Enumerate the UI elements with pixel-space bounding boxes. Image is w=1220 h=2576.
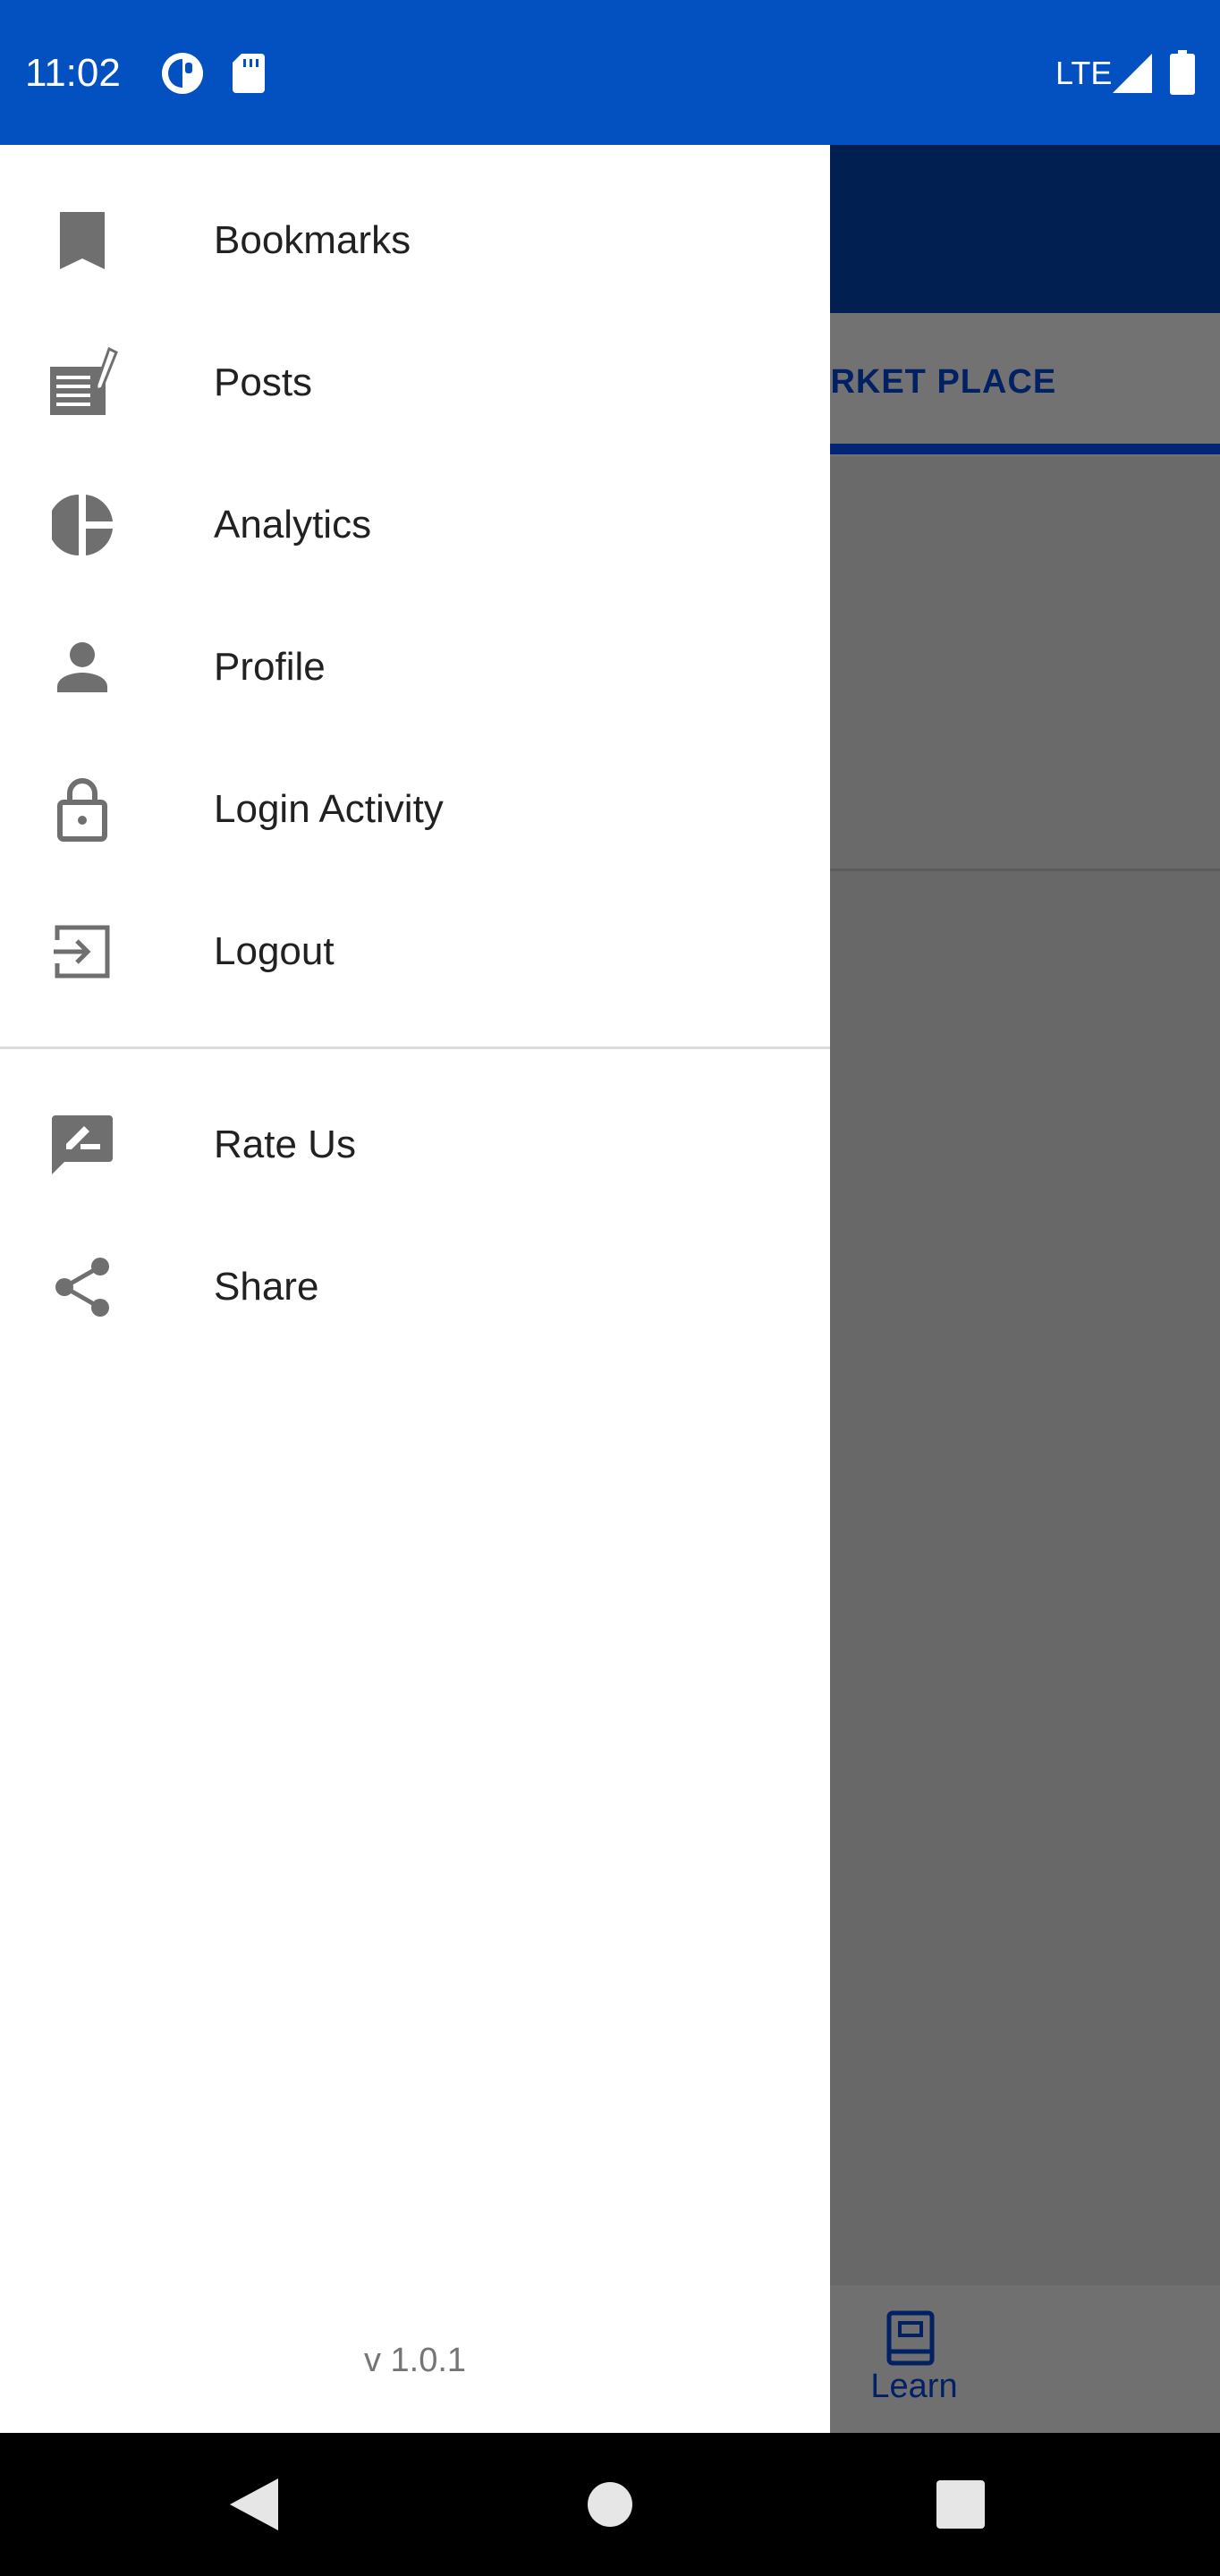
network-type: LTE — [1055, 55, 1113, 91]
drawer-item-label: Rate Us — [214, 1122, 356, 1166]
person-icon — [47, 631, 118, 703]
drawer-item-label: Profile — [214, 644, 326, 689]
book-icon — [885, 2310, 936, 2370]
drawer-item-label: Logout — [214, 928, 335, 973]
drawer-item-label: Bookmarks — [214, 217, 411, 262]
bookmark-icon — [47, 205, 118, 276]
back-icon[interactable] — [218, 2469, 290, 2540]
logout-icon — [47, 916, 118, 987]
home-icon[interactable] — [574, 2469, 646, 2540]
pie-chart-icon — [47, 489, 118, 561]
drawer-item-label: Login Activity — [214, 786, 444, 831]
drawer-item-analytics[interactable]: Analytics — [0, 453, 830, 596]
data-saver-icon — [161, 52, 204, 99]
drawer-item-logout[interactable]: Logout — [0, 880, 830, 1022]
battery-icon — [1170, 50, 1195, 99]
bottom-nav-learn: Learn — [870, 2368, 958, 2405]
recents-icon[interactable] — [925, 2469, 996, 2540]
status-time: 11:02 — [25, 51, 121, 95]
share-icon — [47, 1251, 118, 1323]
drawer-item-login-activity[interactable]: Login Activity — [0, 738, 830, 880]
drawer-item-label: Share — [214, 1264, 319, 1309]
drawer-item-share[interactable]: Share — [0, 1216, 830, 1358]
posts-icon — [47, 346, 118, 419]
drawer-item-rate-us[interactable]: Rate Us — [0, 1073, 830, 1216]
drawer-item-posts[interactable]: Posts — [0, 311, 830, 453]
drawer-item-label: Analytics — [214, 502, 372, 547]
sd-card-icon — [233, 54, 265, 97]
tab-market-place: ARKET PLACE — [805, 363, 1057, 401]
drawer-item-bookmarks[interactable]: Bookmarks — [0, 169, 830, 311]
signal-icon — [1113, 54, 1152, 97]
drawer-divider — [0, 1046, 830, 1049]
rate-review-icon — [47, 1109, 118, 1181]
system-navigation-bar — [0, 2433, 1220, 2576]
lock-icon — [47, 774, 118, 845]
app-version: v 1.0.1 — [363, 2342, 467, 2379]
drawer-item-label: Posts — [214, 360, 313, 404]
status-bar: 11:02 LTE — [0, 0, 1220, 145]
navigation-drawer: Bookmarks Posts Analytics Profile Login … — [0, 145, 830, 2433]
drawer-item-profile[interactable]: Profile — [0, 596, 830, 738]
